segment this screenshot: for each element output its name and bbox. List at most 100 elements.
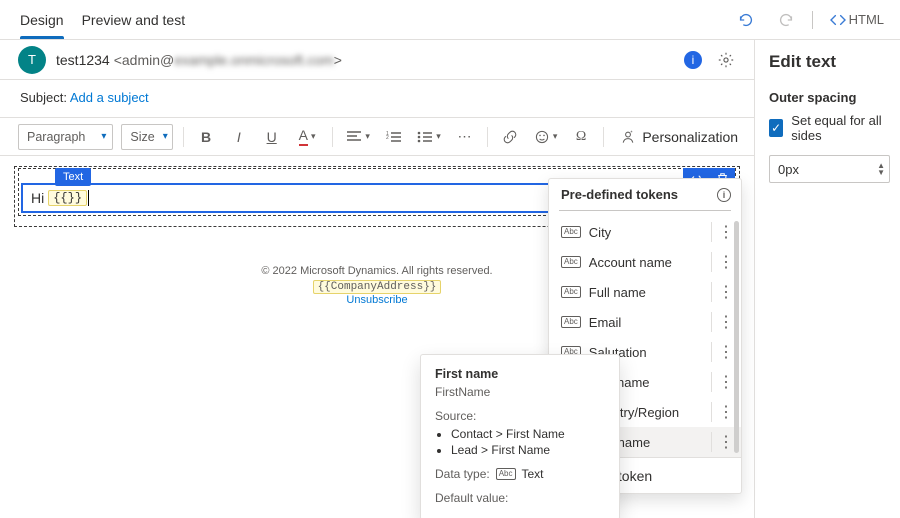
paragraph-style-select[interactable]: Paragraph▾: [18, 124, 113, 150]
code-icon: [829, 13, 847, 27]
text-field-icon: Abc: [561, 256, 581, 268]
subject-placeholder[interactable]: Add a subject: [70, 90, 149, 105]
token-item-more[interactable]: ⋮: [711, 342, 733, 362]
equal-spacing-row[interactable]: ✓ Set equal for all sides: [769, 113, 890, 143]
detail-datatype-value: Text: [522, 467, 544, 481]
separator: [812, 11, 813, 29]
spacing-spinner[interactable]: 0px ▲ ▼: [769, 155, 890, 183]
detail-default-label: Default value:: [435, 491, 605, 505]
person-icon: *: [620, 129, 636, 145]
emoji-icon: [534, 129, 550, 145]
undo-icon: [737, 11, 755, 29]
token-item-label: City: [589, 225, 611, 240]
properties-panel: Edit text Outer spacing ✓ Set equal for …: [754, 40, 900, 518]
sender-name[interactable]: test1234: [56, 52, 110, 68]
equal-spacing-label: Set equal for all sides: [791, 113, 890, 143]
undo-button[interactable]: [732, 6, 760, 34]
italic-button[interactable]: I: [226, 123, 251, 151]
top-tab-bar: Design Preview and test HTML: [0, 0, 900, 40]
redo-button[interactable]: [772, 6, 800, 34]
svg-text:*: *: [631, 130, 634, 136]
company-address-token[interactable]: {{CompanyAddress}}: [313, 280, 442, 294]
bulleted-list-button[interactable]: ▾: [414, 123, 444, 151]
font-size-select[interactable]: Size▾: [121, 124, 172, 150]
gear-icon: [717, 51, 735, 69]
spacing-value: 0px: [778, 162, 799, 177]
chevron-down-icon: ▾: [101, 131, 106, 142]
token-item-label: Full name: [589, 285, 646, 300]
token-detail-card: First name FirstName Source: Contact > F…: [420, 354, 620, 518]
token-item-label: Account name: [589, 255, 672, 270]
link-button[interactable]: [498, 123, 523, 151]
font-color-button[interactable]: A▾: [292, 123, 322, 151]
checkbox-checked-icon[interactable]: ✓: [769, 119, 783, 137]
text-field-icon: Abc: [561, 286, 581, 298]
svg-text:2: 2: [386, 135, 389, 141]
properties-title: Edit text: [769, 52, 890, 72]
tab-design-label: Design: [20, 12, 64, 28]
spinner-down[interactable]: ▼: [877, 169, 885, 176]
token-item-more[interactable]: ⋮: [711, 222, 733, 242]
subject-row: Subject: Add a subject: [0, 80, 754, 118]
text-type-icon: Abc: [496, 468, 516, 480]
numbered-list-button[interactable]: 12: [381, 123, 406, 151]
detail-source-item: Lead > First Name: [451, 443, 605, 457]
align-left-icon: [346, 130, 362, 144]
detail-datatype-label: Data type:: [435, 467, 490, 481]
link-icon: [502, 129, 518, 145]
empty-token[interactable]: {{}}: [48, 190, 87, 206]
text-caret: [88, 190, 89, 206]
token-item-more[interactable]: ⋮: [711, 402, 733, 422]
detail-apiname: FirstName: [435, 385, 605, 399]
emoji-button[interactable]: ▾: [531, 123, 561, 151]
personalization-button[interactable]: * Personalization: [614, 123, 744, 151]
token-item[interactable]: Abc Email ⋮: [549, 307, 741, 337]
subject-label: Subject:: [20, 90, 67, 105]
info-badge[interactable]: i: [684, 51, 702, 69]
text-content: Hi: [31, 190, 44, 206]
settings-button[interactable]: [712, 46, 740, 74]
scrollbar[interactable]: [734, 221, 739, 453]
text-field-icon: Abc: [561, 226, 581, 238]
detail-source-item: Contact > First Name: [451, 427, 605, 441]
chevron-down-icon: ▾: [163, 131, 168, 142]
token-item-more[interactable]: ⋮: [711, 432, 733, 452]
bold-button[interactable]: B: [194, 123, 219, 151]
tokens-search[interactable]: [559, 210, 731, 211]
token-item[interactable]: Abc Account name ⋮: [549, 247, 741, 277]
tab-list: Design Preview and test: [20, 0, 185, 39]
token-item-more[interactable]: ⋮: [711, 372, 733, 392]
outer-spacing-header: Outer spacing: [769, 90, 890, 105]
omega-icon: Ω: [576, 129, 586, 145]
sender-email: <admin@example.onmicrosoft.com>: [114, 52, 342, 68]
detail-source-label: Source:: [435, 409, 605, 423]
sender-avatar[interactable]: T: [18, 46, 46, 74]
avatar-initial: T: [28, 52, 36, 67]
html-source-button[interactable]: HTML: [825, 6, 888, 34]
detail-title: First name: [435, 367, 605, 381]
overflow-button[interactable]: ⋯: [452, 123, 477, 151]
token-item[interactable]: Abc City ⋮: [549, 217, 741, 247]
redo-icon: [777, 11, 795, 29]
token-item[interactable]: Abc Full name ⋮: [549, 277, 741, 307]
top-actions: HTML: [732, 6, 888, 34]
info-icon[interactable]: i: [717, 188, 731, 202]
token-item-more[interactable]: ⋮: [711, 252, 733, 272]
personalization-label: Personalization: [642, 129, 738, 145]
formatting-toolbar: Paragraph▾ Size▾ B I U A▾ ▾ 12 ▾ ⋯ ▾ Ω *…: [0, 118, 754, 156]
underline-button[interactable]: U: [259, 123, 284, 151]
token-item-label: Email: [589, 315, 622, 330]
text-field-icon: Abc: [561, 316, 581, 328]
tab-design[interactable]: Design: [20, 0, 64, 39]
list-ol-icon: 12: [386, 130, 402, 144]
unsubscribe-link[interactable]: Unsubscribe: [346, 294, 407, 306]
block-type-pill: Text: [55, 168, 91, 186]
token-item-more[interactable]: ⋮: [711, 282, 733, 302]
align-button[interactable]: ▾: [343, 123, 373, 151]
tokens-panel-title: Pre-defined tokens: [561, 187, 678, 202]
list-ul-icon: [417, 130, 433, 144]
special-char-button[interactable]: Ω: [569, 123, 594, 151]
html-source-label: HTML: [849, 12, 884, 27]
token-item-more[interactable]: ⋮: [711, 312, 733, 332]
tab-preview[interactable]: Preview and test: [82, 0, 186, 39]
